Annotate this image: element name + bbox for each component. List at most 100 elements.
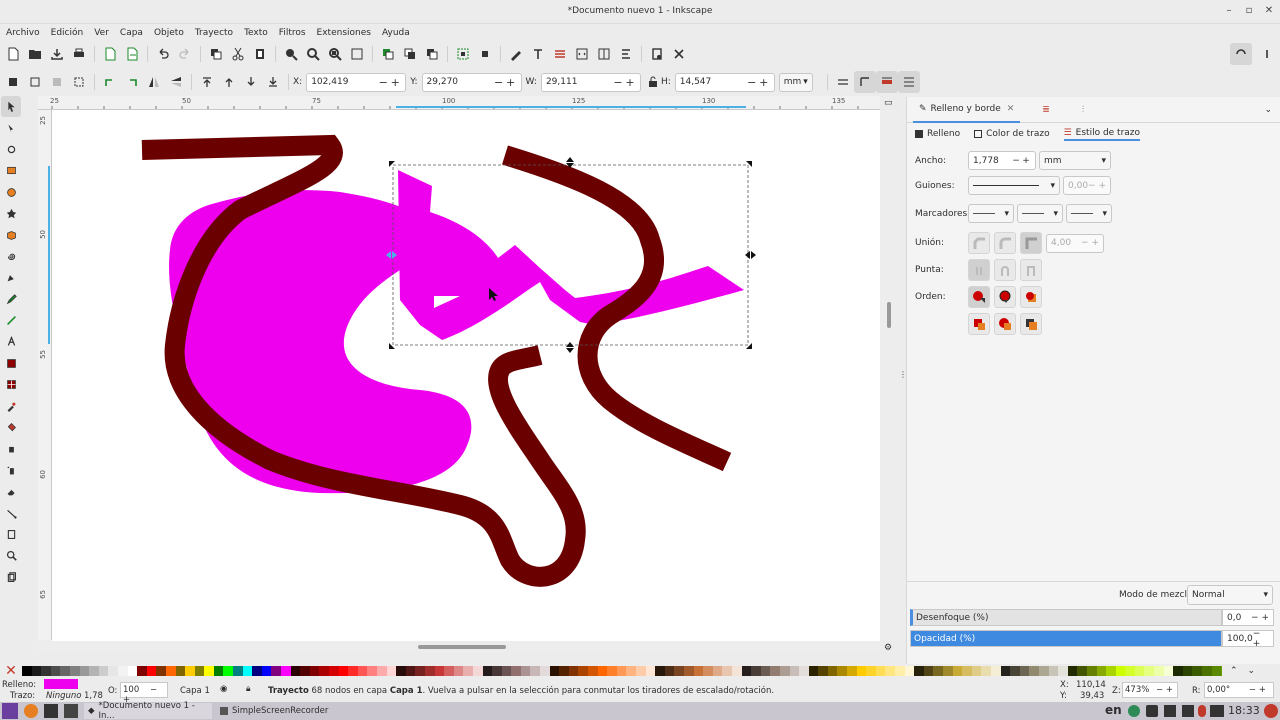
paste-icon[interactable] (249, 43, 271, 65)
palette-swatch[interactable] (530, 666, 541, 676)
palette-swatch[interactable] (1067, 666, 1078, 676)
palette-swatch[interactable] (703, 666, 713, 676)
menu-ayuda[interactable]: Ayuda (382, 28, 410, 38)
palette-swatch[interactable] (559, 666, 569, 676)
palette-swatch[interactable] (242, 666, 253, 676)
width-input[interactable]: 1,778 − + (968, 151, 1036, 170)
palette-swatch[interactable] (1038, 666, 1049, 676)
palette-swatch[interactable] (300, 666, 310, 676)
close-icon[interactable]: ✕ (1007, 104, 1015, 114)
palette-swatch[interactable] (41, 666, 51, 676)
palette-swatch[interactable] (712, 666, 723, 676)
cut-icon[interactable] (227, 43, 249, 65)
palette-swatch[interactable] (645, 666, 656, 676)
palette-swatch[interactable] (1192, 666, 1203, 676)
clipboard-icon[interactable] (1146, 705, 1158, 717)
firefox-icon[interactable] (24, 704, 38, 718)
palette-swatch[interactable] (89, 666, 99, 676)
close-icon[interactable]: ✕ (1262, 5, 1276, 16)
eraser-tool-icon[interactable] (1, 481, 21, 502)
w-minus-icon[interactable]: − (612, 76, 624, 89)
paint-bucket-tool-icon[interactable] (1, 417, 21, 438)
scale-stroke-icon[interactable] (832, 71, 854, 93)
copy-icon[interactable] (205, 43, 227, 65)
node-tool-icon[interactable] (1, 117, 21, 138)
chevron-down-icon[interactable]: ⌄ (1248, 666, 1256, 676)
join-round-icon[interactable] (994, 232, 1016, 254)
duplicate-icon[interactable] (377, 43, 399, 65)
blend-mode-select[interactable]: Normal ▾ (1187, 585, 1273, 605)
palette-swatch[interactable] (655, 666, 665, 676)
h-plus-icon[interactable]: + (758, 76, 770, 89)
ellipse-tool-icon[interactable] (1, 182, 21, 203)
xml-editor-icon[interactable] (571, 43, 593, 65)
palette-swatch[interactable] (1000, 666, 1011, 676)
palette-swatch[interactable] (636, 666, 646, 676)
palette-swatch[interactable] (60, 666, 70, 676)
palette-swatch[interactable] (943, 666, 953, 676)
power-icon[interactable] (1264, 704, 1278, 718)
palette-swatch[interactable] (309, 666, 320, 676)
palette-swatch[interactable] (914, 666, 924, 676)
lock-ratio-icon[interactable] (645, 71, 661, 93)
raise-top-icon[interactable] (196, 71, 218, 93)
palette-swatch[interactable] (1221, 666, 1222, 676)
palette-swatch[interactable] (367, 666, 377, 676)
unlink-clone-icon[interactable] (421, 43, 443, 65)
flip-horizontal-icon[interactable] (143, 71, 165, 93)
palette-swatch[interactable] (194, 666, 205, 676)
command-palette-icon[interactable]: ⚙︎ (884, 643, 892, 653)
h-input[interactable]: 14,547 − + (674, 72, 775, 92)
join-bevel-icon[interactable] (968, 232, 990, 254)
menu-ver[interactable]: Ver (94, 28, 109, 38)
palette-swatch[interactable] (856, 666, 867, 676)
palette-swatch[interactable] (1019, 666, 1030, 676)
palette-swatch[interactable] (415, 666, 425, 676)
w-plus-icon[interactable]: + (624, 76, 636, 89)
star-tool-icon[interactable] (1, 203, 21, 224)
palette-swatch[interactable] (175, 666, 186, 676)
palette-swatch[interactable] (568, 666, 579, 676)
palette-swatch[interactable] (693, 666, 704, 676)
app-menu-icon[interactable] (2, 703, 18, 719)
palette-swatch[interactable] (213, 666, 224, 676)
palette-swatch[interactable] (837, 666, 848, 676)
palette-swatch[interactable] (424, 666, 435, 676)
no-paint-icon[interactable]: ✕ (0, 664, 22, 678)
palette-swatch[interactable] (962, 666, 972, 676)
palette-swatch[interactable] (501, 666, 512, 676)
palette-swatch[interactable] (808, 666, 819, 676)
palette-swatch[interactable] (722, 666, 732, 676)
width-minus-icon[interactable]: − (1011, 156, 1021, 166)
subtab-stroke-paint[interactable]: Color de trazo (974, 129, 1050, 139)
palette-swatch[interactable] (271, 666, 282, 676)
palette-swatch[interactable] (357, 666, 368, 676)
layer-indicator[interactable]: Capa 1 (180, 686, 210, 696)
zoom-drawing-icon[interactable] (302, 43, 324, 65)
palette-swatch[interactable] (751, 666, 761, 676)
print-icon[interactable] (68, 43, 90, 65)
palette-swatch[interactable] (511, 666, 521, 676)
palette-swatch[interactable] (1048, 666, 1059, 676)
tab-fill-stroke[interactable]: ✎ Relleno y borde ✕ (913, 97, 1021, 123)
palette-swatch[interactable] (1086, 666, 1097, 676)
palette-swatch[interactable] (1144, 666, 1155, 676)
palette-swatch[interactable] (444, 666, 454, 676)
palette-swatch[interactable] (923, 666, 934, 676)
palette-swatch[interactable] (779, 666, 790, 676)
menu-capa[interactable]: Capa (120, 28, 143, 38)
zoom-page-icon[interactable] (324, 43, 346, 65)
palette-swatch[interactable] (261, 666, 272, 676)
blur-input[interactable]: 0,0 − + (1222, 609, 1274, 626)
start-marker-select[interactable]: ▾ (968, 204, 1014, 223)
palette-swatch[interactable] (386, 666, 397, 676)
chevron-up-icon[interactable]: ⌃ (1230, 666, 1238, 676)
connector-tool-icon[interactable] (1, 502, 21, 523)
order-markers-fill-stroke-icon[interactable] (968, 313, 990, 335)
opacity-spin-icon[interactable]: − + (1253, 629, 1269, 649)
select-all-icon[interactable] (2, 71, 24, 93)
ungroup-icon[interactable] (474, 43, 496, 65)
flip-vertical-icon[interactable] (165, 71, 187, 93)
order-stroke-markers-fill-icon[interactable] (994, 313, 1016, 335)
palette-swatch[interactable] (405, 666, 416, 676)
